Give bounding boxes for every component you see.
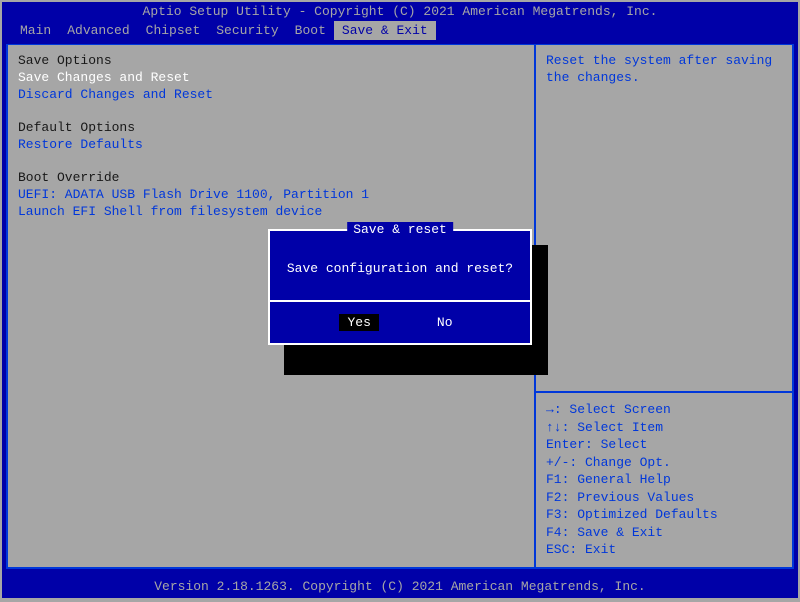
help-esc: ESC: Exit <box>546 541 782 559</box>
up-down-arrow-icon: ↑↓ <box>546 420 562 435</box>
help-keys: →: Select Screen ↑↓: Select Item Enter: … <box>536 393 792 567</box>
help-select-screen: : Select Screen <box>554 402 671 417</box>
tab-boot[interactable]: Boot <box>287 21 334 40</box>
title-bar: Aptio Setup Utility - Copyright (C) 2021… <box>2 2 798 21</box>
tab-security[interactable]: Security <box>208 21 286 40</box>
confirm-dialog: Save & reset Save configuration and rese… <box>268 229 532 345</box>
help-enter: Enter: Select <box>546 436 782 454</box>
save-options-header: Save Options <box>18 53 524 68</box>
tab-main[interactable]: Main <box>12 21 59 40</box>
opt-discard-changes-reset[interactable]: Discard Changes and Reset <box>18 87 524 102</box>
menu-bar: Main Advanced Chipset Security Boot Save… <box>2 21 798 44</box>
no-button[interactable]: No <box>429 314 461 331</box>
opt-boot-entry-2[interactable]: Launch EFI Shell from filesystem device <box>18 204 524 219</box>
help-f4: F4: Save & Exit <box>546 524 782 542</box>
opt-save-changes-reset[interactable]: Save Changes and Reset <box>18 70 524 85</box>
boot-override-header: Boot Override <box>18 170 524 185</box>
help-panel: Reset the system after saving the change… <box>534 45 792 567</box>
help-f2: F2: Previous Values <box>546 489 782 507</box>
help-change-opt: +/-: Change Opt. <box>546 454 782 472</box>
main-area: Save Options Save Changes and Reset Disc… <box>6 44 794 569</box>
right-arrow-icon: → <box>546 402 554 417</box>
dialog-message: Save configuration and reset? <box>270 231 530 300</box>
tab-chipset[interactable]: Chipset <box>138 21 209 40</box>
default-options-header: Default Options <box>18 120 524 135</box>
dialog-title: Save & reset <box>347 222 453 237</box>
help-description: Reset the system after saving the change… <box>536 45 792 391</box>
opt-restore-defaults[interactable]: Restore Defaults <box>18 137 524 152</box>
footer: Version 2.18.1263. Copyright (C) 2021 Am… <box>2 573 798 598</box>
help-f3: F3: Optimized Defaults <box>546 506 782 524</box>
help-f1: F1: General Help <box>546 471 782 489</box>
tab-save-exit[interactable]: Save & Exit <box>334 21 436 40</box>
tab-advanced[interactable]: Advanced <box>59 21 137 40</box>
help-select-item: : Select Item <box>562 420 663 435</box>
opt-boot-entry-1[interactable]: UEFI: ADATA USB Flash Drive 1100, Partit… <box>18 187 524 202</box>
yes-button[interactable]: Yes <box>339 314 378 331</box>
